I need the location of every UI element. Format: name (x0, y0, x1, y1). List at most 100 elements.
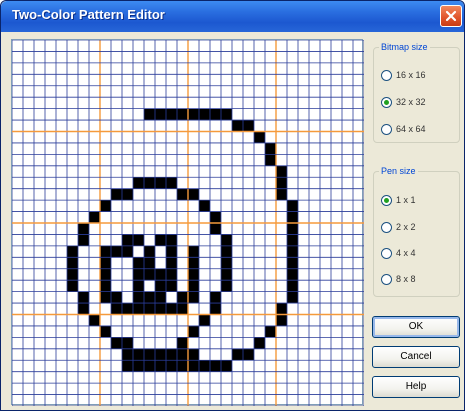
filled-pixel[interactable] (166, 245, 177, 258)
filled-pixel[interactable] (122, 303, 133, 315)
filled-pixel[interactable] (221, 360, 232, 372)
filled-pixel[interactable] (78, 234, 89, 246)
filled-pixel[interactable] (287, 234, 298, 246)
filled-pixel[interactable] (166, 108, 177, 121)
filled-pixel[interactable] (177, 291, 188, 304)
radio-button[interactable] (381, 70, 392, 81)
filled-pixel[interactable] (166, 257, 177, 269)
filled-pixel[interactable] (276, 165, 287, 178)
radio-button-selected[interactable] (381, 195, 392, 206)
filled-pixel[interactable] (166, 268, 177, 281)
radio-button[interactable] (381, 222, 392, 233)
filled-pixel[interactable] (287, 280, 298, 292)
filled-pixel[interactable] (100, 257, 111, 269)
close-button[interactable] (440, 5, 462, 27)
filled-pixel[interactable] (221, 268, 232, 281)
filled-pixel[interactable] (243, 120, 254, 132)
filled-pixel[interactable] (210, 223, 221, 235)
filled-pixel[interactable] (100, 291, 111, 304)
filled-pixel[interactable] (155, 280, 166, 292)
filled-pixel[interactable] (188, 268, 199, 281)
filled-pixel[interactable] (177, 360, 188, 372)
filled-pixel[interactable] (155, 234, 166, 246)
filled-pixel[interactable] (254, 131, 265, 143)
filled-pixel[interactable] (100, 325, 111, 338)
filled-pixel[interactable] (155, 291, 166, 304)
filled-pixel[interactable] (188, 188, 199, 201)
filled-pixel[interactable] (133, 360, 144, 372)
filled-pixel[interactable] (287, 211, 298, 223)
filled-pixel[interactable] (133, 177, 144, 189)
filled-pixel[interactable] (265, 154, 276, 166)
filled-pixel[interactable] (133, 234, 144, 246)
filled-pixel[interactable] (100, 245, 111, 258)
filled-pixel[interactable] (89, 211, 100, 223)
filled-pixel[interactable] (188, 245, 199, 258)
filled-pixel[interactable] (276, 303, 287, 315)
filled-pixel[interactable] (210, 211, 221, 223)
filled-pixel[interactable] (67, 280, 78, 292)
filled-pixel[interactable] (144, 257, 155, 269)
filled-pixel[interactable] (111, 303, 122, 315)
filled-pixel[interactable] (210, 291, 221, 304)
filled-pixel[interactable] (287, 223, 298, 235)
filled-pixel[interactable] (188, 325, 199, 338)
filled-pixel[interactable] (67, 268, 78, 281)
filled-pixel[interactable] (144, 245, 155, 258)
filled-pixel[interactable] (232, 120, 243, 132)
filled-pixel[interactable] (122, 360, 133, 372)
radio-button-selected[interactable] (381, 97, 392, 108)
filled-pixel[interactable] (199, 108, 210, 121)
filled-pixel[interactable] (166, 280, 177, 292)
filled-pixel[interactable] (166, 177, 177, 189)
filled-pixel[interactable] (254, 337, 265, 349)
filled-pixel[interactable] (133, 291, 144, 304)
filled-pixel[interactable] (221, 108, 232, 121)
filled-pixel[interactable] (188, 348, 199, 361)
filled-pixel[interactable] (188, 108, 199, 121)
filled-pixel[interactable] (144, 360, 155, 372)
filled-pixel[interactable] (188, 291, 199, 304)
radio-button[interactable] (381, 274, 392, 285)
filled-pixel[interactable] (276, 177, 287, 189)
filled-pixel[interactable] (166, 303, 177, 315)
radio-button[interactable] (381, 124, 392, 135)
filled-pixel[interactable] (287, 245, 298, 258)
filled-pixel[interactable] (199, 314, 210, 326)
filled-pixel[interactable] (265, 142, 276, 155)
filled-pixel[interactable] (78, 223, 89, 235)
filled-pixel[interactable] (221, 257, 232, 269)
filled-pixel[interactable] (122, 188, 133, 201)
filled-pixel[interactable] (188, 257, 199, 269)
filled-pixel[interactable] (133, 348, 144, 361)
filled-pixel[interactable] (122, 337, 133, 349)
filled-pixel[interactable] (243, 348, 254, 361)
radio-button[interactable] (381, 248, 392, 259)
filled-pixel[interactable] (133, 303, 144, 315)
filled-pixel[interactable] (177, 337, 188, 349)
filled-pixel[interactable] (232, 348, 243, 361)
filled-pixel[interactable] (133, 268, 144, 281)
filled-pixel[interactable] (111, 188, 122, 201)
filled-pixel[interactable] (78, 291, 89, 304)
filled-pixel[interactable] (100, 280, 111, 292)
filled-pixel[interactable] (166, 360, 177, 372)
filled-pixel[interactable] (111, 245, 122, 258)
filled-pixel[interactable] (155, 177, 166, 189)
filled-pixel[interactable] (287, 257, 298, 269)
filled-pixel[interactable] (287, 268, 298, 281)
filled-pixel[interactable] (177, 188, 188, 201)
filled-pixel[interactable] (210, 108, 221, 121)
filled-pixel[interactable] (111, 291, 122, 304)
filled-pixel[interactable] (67, 257, 78, 269)
filled-pixel[interactable] (177, 303, 188, 315)
filled-pixel[interactable] (155, 303, 166, 315)
filled-pixel[interactable] (188, 280, 199, 292)
filled-pixel[interactable] (78, 303, 89, 315)
filled-pixel[interactable] (287, 200, 298, 212)
cancel-button[interactable]: Cancel (372, 346, 460, 368)
pattern-grid-canvas[interactable] (12, 40, 364, 406)
filled-pixel[interactable] (166, 348, 177, 361)
pattern-grid[interactable] (11, 39, 364, 406)
filled-pixel[interactable] (287, 291, 298, 304)
